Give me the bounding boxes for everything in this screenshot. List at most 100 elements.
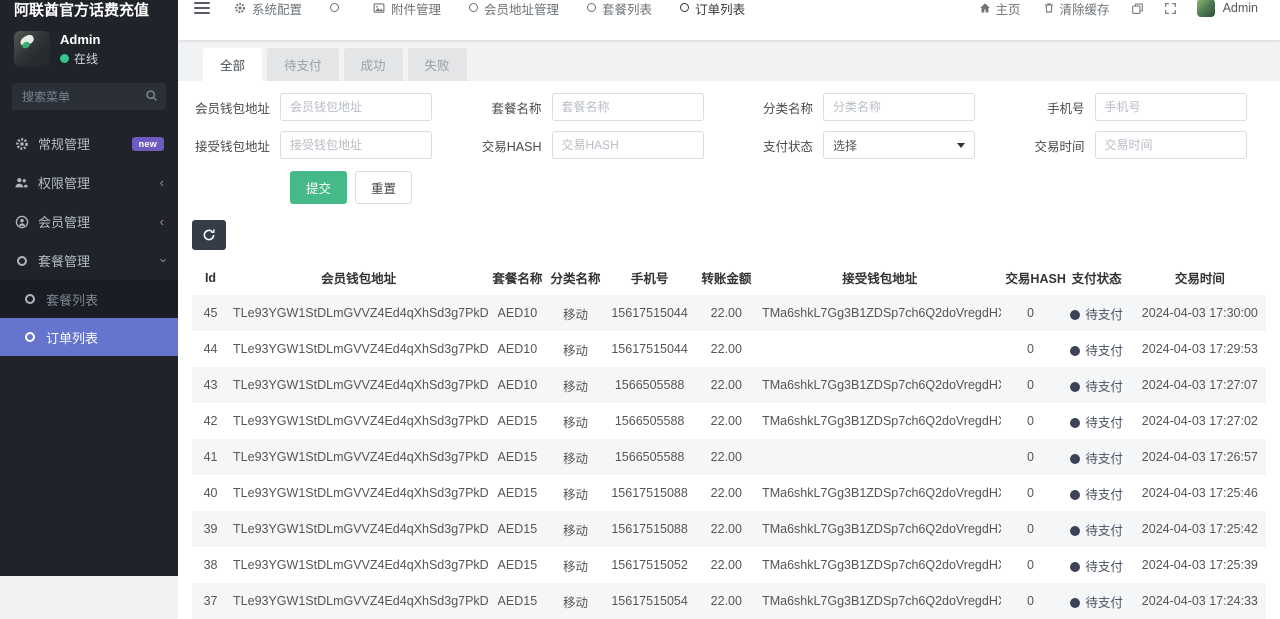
cell-amount: 22.00 bbox=[695, 475, 758, 511]
tx-time-input[interactable] bbox=[1095, 131, 1247, 159]
hamburger-icon[interactable] bbox=[194, 2, 210, 14]
sidebar-item-packages[interactable]: 套餐管理 ‹ bbox=[0, 241, 178, 280]
sidebar-item-label: 常规管理 bbox=[38, 134, 90, 153]
circle-icon bbox=[587, 1, 596, 15]
col-member-wallet[interactable]: 会员钱包地址 bbox=[229, 260, 488, 295]
col-receive-wallet[interactable]: 接受钱包地址 bbox=[758, 260, 1001, 295]
cell-status: 待支付 bbox=[1060, 295, 1134, 331]
sidebar-menu: 常规管理 new 权限管理 ‹ 会员管理 ‹ 套餐管理 ‹ 套餐列表 bbox=[0, 124, 178, 356]
cell-member-wallet: TLe93YGW1StDLmGVVZ4Ed4qXhSd3g7PkDd bbox=[229, 403, 488, 439]
cell-member-wallet: TLe93YGW1StDLmGVVZ4Ed4qXhSd3g7PkDd bbox=[229, 367, 488, 403]
cell-amount: 22.00 bbox=[695, 511, 758, 547]
tab-member-address[interactable]: 会员地址管理 bbox=[455, 0, 573, 18]
tab-package-list[interactable]: 套餐列表 bbox=[573, 0, 666, 18]
topbar-avatar[interactable] bbox=[1197, 0, 1215, 17]
col-id[interactable]: Id bbox=[192, 260, 229, 295]
tab-label: 会员地址管理 bbox=[484, 0, 559, 18]
cell-receive-wallet bbox=[758, 439, 1001, 475]
status-text: 待支付 bbox=[1085, 560, 1123, 574]
sidebar-item-general[interactable]: 常规管理 new bbox=[0, 124, 178, 163]
cell-id: 44 bbox=[192, 331, 229, 367]
sidebar-item-label: 会员管理 bbox=[38, 212, 90, 231]
member-wallet-input[interactable] bbox=[280, 93, 432, 121]
cell-package: AED10 bbox=[488, 331, 546, 367]
cell-status: 待支付 bbox=[1060, 367, 1134, 403]
cell-receive-wallet: TMa6shkL7Gg3B1ZDSp7ch6Q2doVregdHX9 bbox=[758, 367, 1001, 403]
sidebar-search-input[interactable] bbox=[12, 83, 166, 110]
tab-system-config[interactable]: 系统配置 bbox=[220, 0, 316, 18]
col-time[interactable]: 交易时间 bbox=[1134, 260, 1266, 295]
image-icon bbox=[373, 2, 385, 14]
pay-status-select[interactable]: 选择 bbox=[823, 131, 975, 159]
user-panel: Admin 在线 bbox=[0, 21, 178, 73]
cell-package: AED15 bbox=[488, 511, 546, 547]
tab-label: 系统配置 bbox=[252, 0, 302, 18]
field-label: 分类名称 bbox=[735, 98, 823, 117]
user-meta: Admin 在线 bbox=[60, 32, 100, 67]
sidebar-item-members[interactable]: 会员管理 ‹ bbox=[0, 202, 178, 241]
cell-id: 39 bbox=[192, 511, 229, 547]
user-status: 在线 bbox=[60, 50, 100, 67]
status-text: 待支付 bbox=[1085, 596, 1123, 610]
sidebar-item-order-list[interactable]: 订单列表 bbox=[0, 318, 178, 356]
category-name-input[interactable] bbox=[823, 93, 975, 121]
cell-category: 移动 bbox=[546, 295, 604, 331]
filter-member-wallet: 会员钱包地址 bbox=[192, 93, 452, 121]
home-link[interactable]: 主页 bbox=[970, 0, 1030, 18]
tab-all[interactable]: 全部 bbox=[203, 48, 262, 81]
tab-failed[interactable]: 失败 bbox=[408, 48, 467, 81]
tab-success[interactable]: 成功 bbox=[344, 48, 403, 81]
status-tabs: 全部 待支付 成功 失败 bbox=[203, 48, 1280, 81]
form-actions: 提交 重置 bbox=[290, 171, 1266, 204]
field-label: 接受钱包地址 bbox=[192, 136, 280, 155]
col-category[interactable]: 分类名称 bbox=[546, 260, 604, 295]
col-phone[interactable]: 手机号 bbox=[605, 260, 695, 295]
cell-amount: 22.00 bbox=[695, 367, 758, 403]
tab-unnamed[interactable] bbox=[316, 1, 359, 15]
sidebar-item-package-list[interactable]: 套餐列表 bbox=[0, 280, 178, 318]
col-status[interactable]: 支付状态 bbox=[1060, 260, 1134, 295]
cell-receive-wallet: TMa6shkL7Gg3B1ZDSp7ch6Q2doVregdHX9 bbox=[758, 547, 1001, 583]
fullscreen-icon[interactable] bbox=[1156, 2, 1185, 15]
refresh-button[interactable] bbox=[192, 220, 226, 250]
receive-wallet-input[interactable] bbox=[280, 131, 432, 159]
table-row: 43 TLe93YGW1StDLmGVVZ4Ed4qXhSd3g7PkDd AE… bbox=[192, 367, 1266, 403]
package-name-input[interactable] bbox=[552, 93, 704, 121]
window-restore-icon[interactable] bbox=[1123, 2, 1152, 15]
status-text: 待支付 bbox=[1085, 524, 1123, 538]
col-amount[interactable]: 转账金额 bbox=[695, 260, 758, 295]
tab-pending[interactable]: 待支付 bbox=[267, 48, 339, 81]
reset-button[interactable]: 重置 bbox=[355, 171, 412, 204]
cell-phone: 15617515052 bbox=[605, 547, 695, 583]
sidebar-item-permissions[interactable]: 权限管理 ‹ bbox=[0, 163, 178, 202]
user-avatar[interactable] bbox=[14, 31, 50, 67]
status-dot-icon bbox=[1070, 346, 1080, 356]
cell-hash: 0 bbox=[1001, 547, 1059, 583]
status-text: 待支付 bbox=[1085, 308, 1123, 322]
pay-status-value: 选择 bbox=[833, 137, 857, 154]
cell-id: 45 bbox=[192, 295, 229, 331]
circle-icon bbox=[330, 1, 339, 15]
caret-down-icon bbox=[957, 143, 965, 148]
tx-hash-input[interactable] bbox=[552, 131, 704, 159]
cell-package: AED15 bbox=[488, 403, 546, 439]
cell-time: 2024-04-03 17:27:02 bbox=[1134, 403, 1266, 439]
orders-table: Id 会员钱包地址 套餐名称 分类名称 手机号 转账金额 接受钱包地址 交易HA… bbox=[192, 260, 1266, 619]
status-dot-icon bbox=[1070, 490, 1080, 500]
cell-package: AED15 bbox=[488, 475, 546, 511]
cell-amount: 22.00 bbox=[695, 439, 758, 475]
cell-time: 2024-04-03 17:27:07 bbox=[1134, 367, 1266, 403]
submit-button[interactable]: 提交 bbox=[290, 171, 347, 204]
table-row: 42 TLe93YGW1StDLmGVVZ4Ed4qXhSd3g7PkDd AE… bbox=[192, 403, 1266, 439]
cell-receive-wallet: TMa6shkL7Gg3B1ZDSp7ch6Q2doVregdHX9 bbox=[758, 583, 1001, 619]
phone-input[interactable] bbox=[1095, 93, 1247, 121]
col-package[interactable]: 套餐名称 bbox=[488, 260, 546, 295]
cell-package: AED10 bbox=[488, 367, 546, 403]
topbar-user-label[interactable]: Admin bbox=[1223, 1, 1270, 15]
tab-order-list[interactable]: 订单列表 bbox=[666, 0, 759, 18]
filter-pay-status: 支付状态 选择 bbox=[735, 131, 995, 159]
clear-cache-link[interactable]: 清除缓存 bbox=[1034, 0, 1119, 18]
tab-attachments[interactable]: 附件管理 bbox=[359, 0, 455, 18]
col-hash[interactable]: 交易HASH bbox=[1001, 260, 1059, 295]
sidebar-search bbox=[12, 83, 166, 110]
